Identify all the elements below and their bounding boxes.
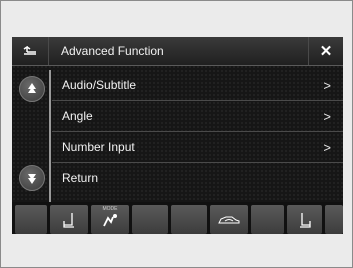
chevron-right-icon: >: [323, 140, 331, 155]
menu-item-angle[interactable]: Angle >: [52, 101, 343, 132]
seat-left-icon: [63, 212, 74, 228]
seat-right-icon: [299, 212, 311, 228]
menu-item-label: Number Input: [62, 140, 135, 154]
menu-item-label: Return: [62, 171, 99, 185]
blank-button-2[interactable]: [132, 205, 168, 234]
recirculation-button[interactable]: [210, 205, 248, 234]
close-button[interactable]: ✕: [308, 37, 343, 65]
scroll-down-button[interactable]: [19, 165, 45, 191]
scroll-track: [49, 70, 51, 202]
menu-item-label: Angle: [62, 109, 93, 123]
blank-button-3[interactable]: [171, 205, 207, 234]
title-bar: Advanced Function ✕: [12, 37, 343, 66]
scroll-up-icon: [28, 83, 36, 93]
blank-button-5[interactable]: [325, 205, 343, 234]
page-title: Advanced Function: [61, 44, 164, 58]
menu-item-return[interactable]: Return: [52, 163, 343, 194]
climate-control-bar: MODE: [12, 202, 343, 234]
figure-frame: Advanced Function ✕ Audio/Subtitle > Ang…: [0, 0, 353, 268]
menu-list: Audio/Subtitle > Angle > Number Input > …: [52, 70, 343, 194]
fan-mode-button[interactable]: MODE: [91, 205, 129, 234]
menu-item-number-input[interactable]: Number Input >: [52, 132, 343, 163]
car-recirculation-icon: [218, 216, 240, 223]
driver-seat-button[interactable]: [50, 205, 88, 234]
display-screen: Advanced Function ✕ Audio/Subtitle > Ang…: [12, 37, 343, 234]
chevron-right-icon: >: [323, 109, 331, 124]
chevron-right-icon: >: [323, 78, 331, 93]
close-icon: ✕: [319, 43, 333, 60]
blank-button-1[interactable]: [15, 205, 47, 234]
mode-label: MODE: [102, 206, 118, 212]
scroll-down-icon: [28, 174, 36, 184]
passenger-seat-button[interactable]: [287, 205, 322, 234]
blank-button-4[interactable]: [251, 205, 284, 234]
scroll-up-button[interactable]: [19, 76, 45, 102]
fan-mode-icon: [103, 213, 117, 226]
menu-item-label: Audio/Subtitle: [62, 78, 137, 92]
back-arrow-icon: [23, 46, 36, 55]
back-button[interactable]: [12, 37, 49, 65]
menu-item-audio-subtitle[interactable]: Audio/Subtitle >: [52, 70, 343, 101]
